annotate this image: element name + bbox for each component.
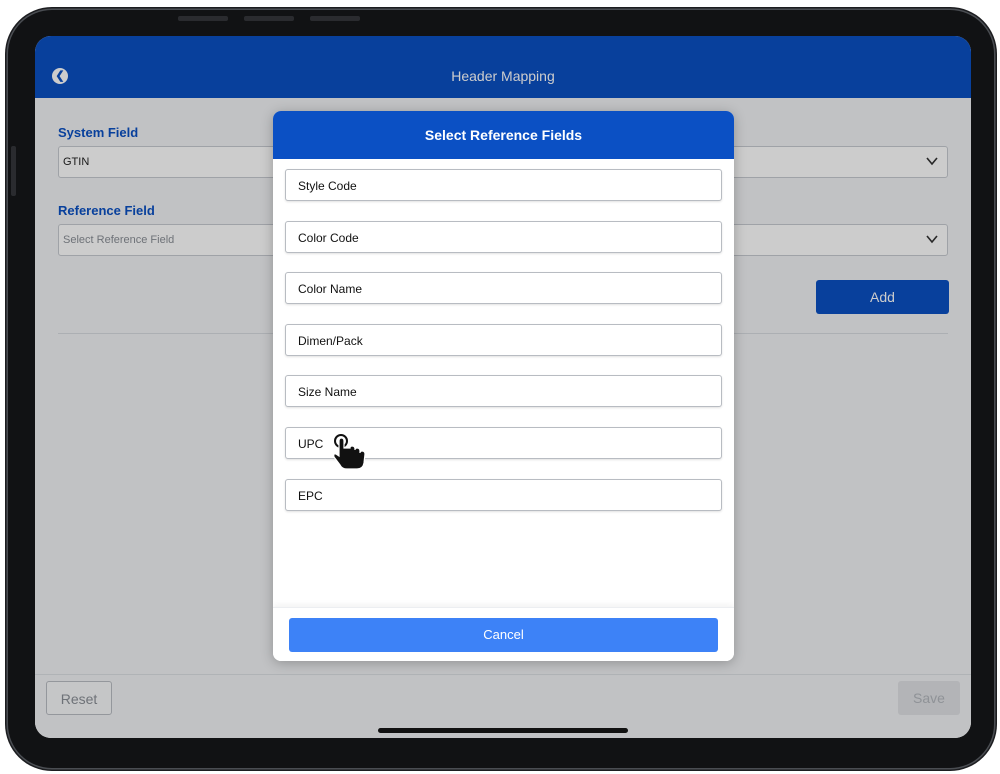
option-style-code[interactable]: Style Code <box>285 169 722 201</box>
option-label: Dimen/Pack <box>298 334 363 348</box>
option-label: Style Code <box>298 179 357 193</box>
option-color-code[interactable]: Color Code <box>285 221 722 253</box>
option-label: Size Name <box>298 385 357 399</box>
hardware-button <box>178 16 228 21</box>
option-label: EPC <box>298 489 323 503</box>
option-epc[interactable]: EPC <box>285 479 722 511</box>
select-reference-fields-modal: Select Reference Fields Style Code Color… <box>273 111 734 661</box>
hardware-button <box>310 16 360 21</box>
hardware-button <box>11 146 16 196</box>
option-label: UPC <box>298 437 324 451</box>
modal-title: Select Reference Fields <box>273 111 734 159</box>
option-label: Color Name <box>298 282 363 296</box>
option-size-name[interactable]: Size Name <box>285 375 722 407</box>
cancel-button[interactable]: Cancel <box>289 618 718 652</box>
app-screen: ❮ Header Mapping System Field GTIN Refer… <box>35 36 971 738</box>
hand-pointer-icon <box>333 434 366 470</box>
option-label: Color Code <box>298 231 359 245</box>
home-indicator <box>378 728 628 733</box>
modal-footer: Cancel <box>273 607 734 661</box>
option-color-name[interactable]: Color Name <box>285 272 722 304</box>
option-dimen-pack[interactable]: Dimen/Pack <box>285 324 722 356</box>
hardware-button <box>244 16 294 21</box>
